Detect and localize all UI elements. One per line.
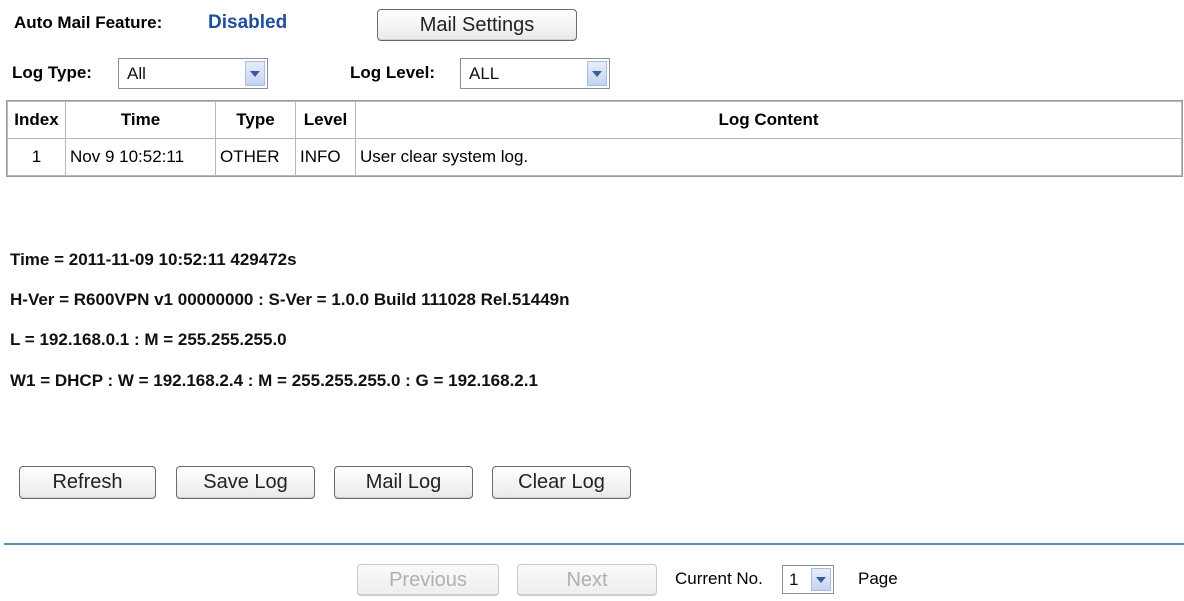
refresh-button[interactable]: Refresh (19, 466, 156, 499)
column-header-log-content: Log Content (355, 101, 1182, 139)
current-page-select[interactable]: 1 (782, 565, 834, 594)
log-level-label: Log Level: (350, 63, 436, 82)
cell-level: INFO (295, 138, 356, 176)
info-version: H-Ver = R600VPN v1 00000000 : S-Ver = 1.… (10, 290, 570, 309)
current-page-label: Current No. (675, 569, 763, 588)
current-page-value: 1 (789, 569, 799, 589)
log-level-select[interactable]: ALL (460, 58, 610, 89)
log-type-value: All (127, 63, 146, 83)
table-row: 1 Nov 9 10:52:11 OTHER INFO User clear s… (7, 138, 1182, 176)
chevron-down-icon (811, 568, 831, 591)
cell-time: Nov 9 10:52:11 (65, 138, 216, 176)
chevron-down-icon (587, 61, 607, 86)
column-header-index: Index (7, 101, 66, 139)
chevron-down-icon (245, 61, 265, 86)
info-time: Time = 2011-11-09 10:52:11 429472s (10, 250, 297, 269)
divider (4, 543, 1184, 545)
auto-mail-label: Auto Mail Feature: (14, 13, 163, 32)
info-wan: W1 = DHCP : W = 192.168.2.4 : M = 255.25… (10, 371, 538, 390)
mail-log-button[interactable]: Mail Log (334, 466, 473, 499)
column-header-level: Level (295, 101, 356, 139)
column-header-time: Time (65, 101, 216, 139)
cell-index: 1 (7, 138, 66, 176)
log-table: Index Time Type Level Log Content 1 Nov … (6, 100, 1183, 177)
info-lan: L = 192.168.0.1 : M = 255.255.255.0 (10, 330, 287, 349)
log-level-value: ALL (469, 63, 500, 83)
clear-log-button[interactable]: Clear Log (492, 466, 631, 499)
cell-type: OTHER (215, 138, 296, 176)
previous-page-button[interactable]: Previous (357, 564, 499, 596)
table-header-row: Index Time Type Level Log Content (7, 101, 1182, 139)
next-page-button[interactable]: Next (517, 564, 657, 596)
page-label: Page (858, 569, 898, 588)
column-header-type: Type (215, 101, 296, 139)
mail-settings-button[interactable]: Mail Settings (377, 9, 577, 41)
save-log-button[interactable]: Save Log (176, 466, 315, 499)
cell-log-content: User clear system log. (355, 138, 1182, 176)
log-type-label: Log Type: (12, 63, 92, 82)
log-type-select[interactable]: All (118, 58, 268, 89)
auto-mail-status: Disabled (208, 12, 288, 33)
